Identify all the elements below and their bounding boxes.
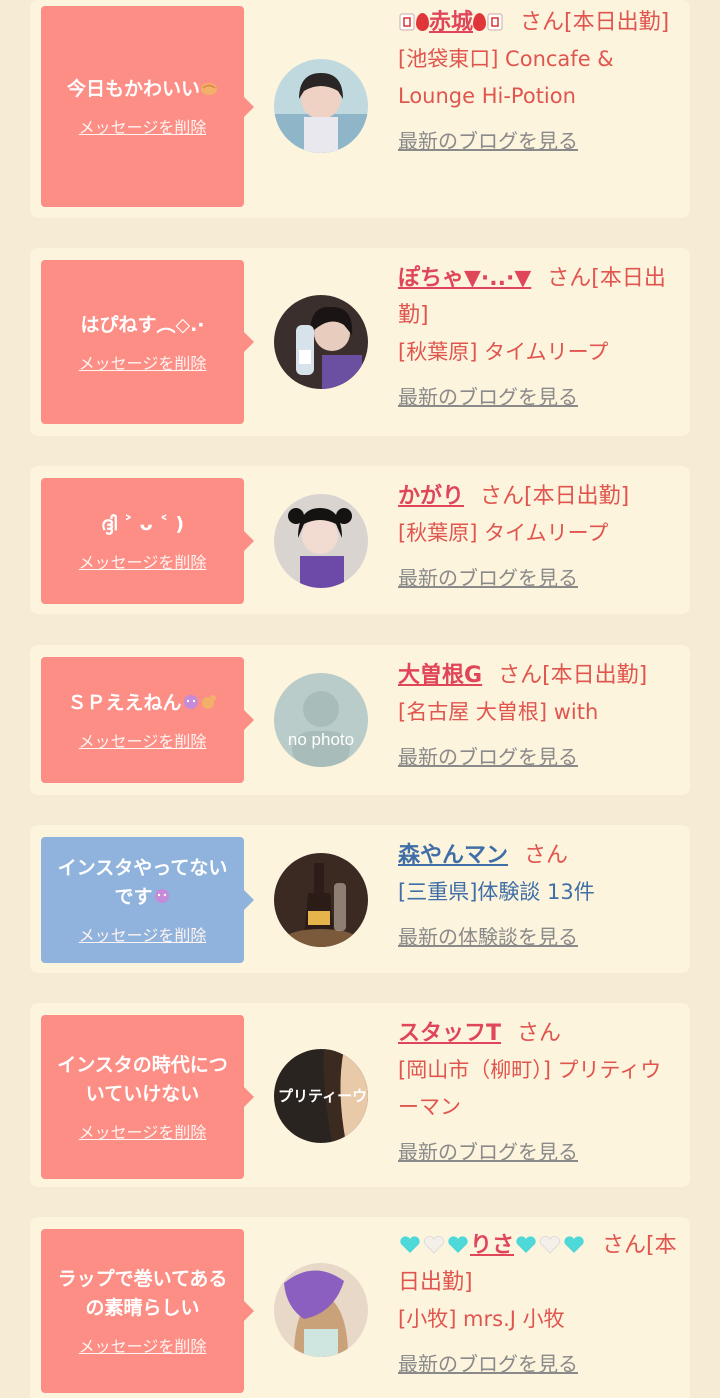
message-bubble: はぴねす︵◇.· メッセージを削除 (41, 260, 254, 424)
delete-message-link[interactable]: メッセージを削除 (79, 1333, 207, 1357)
heart-icon (539, 1235, 561, 1254)
status-label: [本日出勤] (542, 663, 648, 688)
heart-icon (400, 1236, 420, 1253)
member-name-link[interactable]: 赤城 (398, 10, 504, 35)
heart-icon (516, 1236, 536, 1253)
message-bubble: 今日もかわいい メッセージを削除 (41, 6, 254, 207)
delete-message-link[interactable]: メッセージを削除 (79, 549, 207, 573)
message-card: 今日もかわいい メッセージを削除 赤城 さん[本日出勤] [池袋東口] Conca… (30, 0, 690, 218)
san-label: さん (602, 1233, 647, 1258)
member-info: 赤城 さん[本日出勤] [池袋東口] Concafe & Lounge Hi-Po… (398, 4, 682, 154)
heart-icon (564, 1236, 584, 1253)
hands-icon (201, 83, 217, 95)
message-bubble: インスタやってないです メッセージを削除 (41, 837, 254, 963)
message-card: インスタやってないです メッセージを削除 森やんマン さん [三重県]体験談 13… (30, 825, 690, 973)
member-info: スタッフT さん [岡山市（柳町）] プリティウーマン 最新のブログを見る (398, 1015, 682, 1165)
no-photo-text: no photo (288, 730, 354, 749)
shop-name: [池袋東口] Concafe & Lounge Hi-Potion (398, 47, 614, 108)
message-card: ラップで巻いてあるの素晴らしい メッセージを削除 りさ さん[本日出勤] [小牧]… (30, 1217, 690, 1398)
shop-name: [三重県]体験談 13件 (398, 880, 595, 904)
avatar[interactable] (274, 494, 368, 588)
member-info: ぽちゃ▼·..·▼ さん[本日出勤] [秋葉原] タイムリープ 最新のブログを見る (398, 260, 682, 410)
delete-message-link[interactable]: メッセージを削除 (79, 114, 207, 138)
member-info: 森やんマン さん [三重県]体験談 13件 最新の体験談を見る (398, 837, 682, 950)
avatar[interactable] (274, 853, 368, 947)
delete-message-link[interactable]: メッセージを削除 (79, 1119, 207, 1143)
ok-hand-icon (201, 694, 216, 709)
bubble-message: 今日もかわいい (66, 78, 200, 100)
message-bubble: インスタの時代についていけない メッセージを削除 (41, 1015, 254, 1179)
bubble-message: インスタの時代についていけない (57, 1054, 228, 1105)
avatar[interactable] (274, 1263, 368, 1357)
shop-name: [小牧] mrs.J 小牧 (398, 1307, 565, 1331)
latest-blog-link[interactable]: 最新のブログを見る (398, 562, 682, 591)
member-info: りさ さん[本日出勤] [小牧] mrs.J 小牧 最新のブログを見る (398, 1227, 682, 1377)
san-label: さん (480, 484, 525, 509)
mahjong-tile-icon (399, 13, 415, 31)
latest-blog-link[interactable]: 最新のブログを見る (398, 741, 682, 770)
shop-logo-text: プリティーウーマ (278, 1087, 368, 1105)
status-label: [本日出勤] (564, 10, 670, 35)
kiss-face-icon (183, 694, 198, 709)
message-card: インスタの時代についていけない メッセージを削除 プリティーウーマ スタッフT さ… (30, 1003, 690, 1187)
mahjong-tile-icon (487, 13, 503, 31)
message-bubble: ＳＰええねん メッセージを削除 (41, 657, 254, 783)
message-list: 今日もかわいい メッセージを削除 赤城 さん[本日出勤] [池袋東口] Conca… (0, 0, 720, 1398)
member-info: 大曽根G さん[本日出勤] [名古屋 大曽根] with 最新のブログを見る (398, 657, 682, 770)
san-label: さん (498, 663, 543, 688)
bubble-message: インスタやってないです (57, 857, 228, 908)
shop-name: [名古屋 大曽根] with (398, 700, 599, 724)
message-bubble: ラップで巻いてあるの素晴らしい メッセージを削除 (41, 1229, 254, 1393)
latest-blog-link[interactable]: 最新のブログを見る (398, 381, 682, 410)
shop-name: [岡山市（柳町）] プリティウーマン (398, 1058, 662, 1119)
avatar[interactable] (274, 295, 368, 389)
message-bubble: ദ്ദി ˃ ᴗ ˂ ) メッセージを削除 (41, 478, 254, 604)
san-label: さん (517, 1021, 562, 1046)
message-card: ദ്ദി ˃ ᴗ ˂ ) メッセージを削除 かがり さん[本日出勤] [秋葉原] … (30, 466, 690, 614)
san-label: さん (547, 266, 592, 291)
member-name-link[interactable]: 大曽根G (398, 663, 482, 688)
member-name-link[interactable]: りさ (398, 1233, 586, 1258)
message-card: はぴねす︵◇.· メッセージを削除 ぽちゃ▼·..·▼ さん[本日出勤] [秋葉原… (30, 248, 690, 436)
avatar[interactable]: no photo (274, 673, 368, 767)
san-label: さん (524, 843, 569, 868)
latest-blog-link[interactable]: 最新のブログを見る (398, 1136, 682, 1165)
heart-icon (448, 1236, 468, 1253)
member-info: かがり さん[本日出勤] [秋葉原] タイムリープ 最新のブログを見る (398, 478, 682, 591)
message-card: ＳＰええねん メッセージを削除 no photo 大曽根G さん[本日出勤] [名… (30, 645, 690, 795)
delete-message-link[interactable]: メッセージを削除 (79, 922, 207, 946)
kiss-face-icon (154, 889, 169, 903)
latest-blog-link[interactable]: 最新のブログを見る (398, 1348, 682, 1377)
heart-icon (423, 1235, 445, 1254)
member-name-link[interactable]: スタッフT (398, 1021, 501, 1046)
san-label: さん (520, 10, 565, 35)
latest-blog-link[interactable]: 最新のブログを見る (398, 125, 682, 154)
bubble-message: ദ്ദി ˃ ᴗ ˂ ) (100, 512, 185, 535)
member-name-link[interactable]: かがり (398, 484, 464, 509)
shop-name: [秋葉原] タイムリープ (398, 521, 609, 545)
avatar[interactable] (274, 59, 368, 153)
delete-message-link[interactable]: メッセージを削除 (79, 728, 207, 752)
latest-experience-link[interactable]: 最新の体験談を見る (398, 921, 682, 950)
bubble-message: ＳＰええねん (67, 691, 182, 714)
blood-drop-icon (473, 13, 487, 31)
member-name-link[interactable]: ぽちゃ▼·..·▼ (398, 266, 531, 291)
status-label: [本日出勤] (524, 484, 630, 509)
avatar[interactable]: プリティーウーマ (274, 1049, 368, 1143)
bubble-message: ラップで巻いてあるの素晴らしい (57, 1268, 228, 1319)
shop-name: [秋葉原] タイムリープ (398, 340, 609, 364)
blood-drop-icon (416, 13, 429, 31)
delete-message-link[interactable]: メッセージを削除 (79, 350, 207, 374)
bubble-message: はぴねす︵◇.· (80, 313, 205, 336)
member-name-link[interactable]: 森やんマン (398, 843, 508, 868)
